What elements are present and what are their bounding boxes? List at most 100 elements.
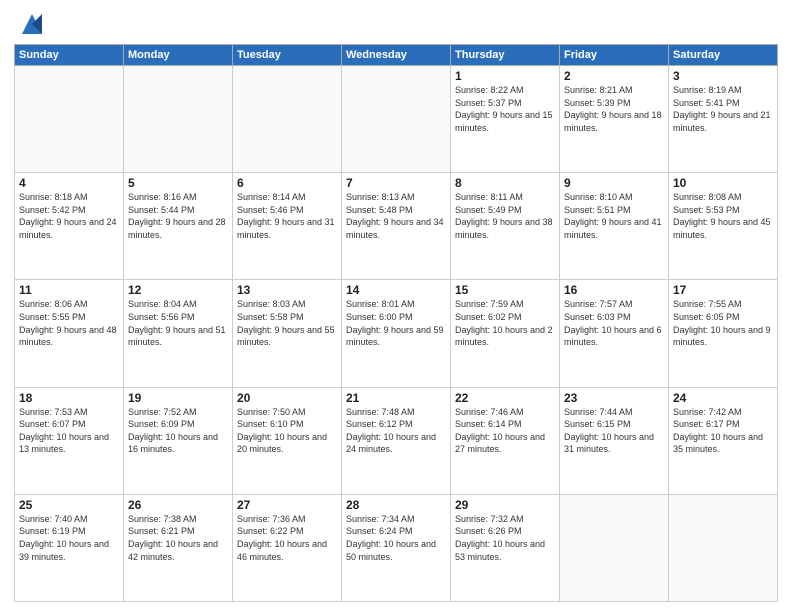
calendar-cell: 15Sunrise: 7:59 AMSunset: 6:02 PMDayligh… — [451, 280, 560, 387]
calendar-cell: 20Sunrise: 7:50 AMSunset: 6:10 PMDayligh… — [233, 387, 342, 494]
day-number: 11 — [19, 283, 119, 297]
calendar-cell — [15, 66, 124, 173]
calendar-cell: 4Sunrise: 8:18 AMSunset: 5:42 PMDaylight… — [15, 173, 124, 280]
day-info: Sunrise: 8:10 AMSunset: 5:51 PMDaylight:… — [564, 191, 664, 241]
calendar-cell: 10Sunrise: 8:08 AMSunset: 5:53 PMDayligh… — [669, 173, 778, 280]
calendar-cell: 12Sunrise: 8:04 AMSunset: 5:56 PMDayligh… — [124, 280, 233, 387]
day-number: 27 — [237, 498, 337, 512]
day-info: Sunrise: 8:13 AMSunset: 5:48 PMDaylight:… — [346, 191, 446, 241]
day-info: Sunrise: 7:32 AMSunset: 6:26 PMDaylight:… — [455, 513, 555, 563]
day-number: 1 — [455, 69, 555, 83]
day-number: 29 — [455, 498, 555, 512]
day-info: Sunrise: 7:53 AMSunset: 6:07 PMDaylight:… — [19, 406, 119, 456]
day-info: Sunrise: 8:19 AMSunset: 5:41 PMDaylight:… — [673, 84, 773, 134]
day-info: Sunrise: 8:01 AMSunset: 6:00 PMDaylight:… — [346, 298, 446, 348]
day-number: 28 — [346, 498, 446, 512]
day-info: Sunrise: 7:40 AMSunset: 6:19 PMDaylight:… — [19, 513, 119, 563]
day-number: 22 — [455, 391, 555, 405]
calendar-cell: 1Sunrise: 8:22 AMSunset: 5:37 PMDaylight… — [451, 66, 560, 173]
calendar-cell: 13Sunrise: 8:03 AMSunset: 5:58 PMDayligh… — [233, 280, 342, 387]
day-number: 17 — [673, 283, 773, 297]
day-header-wednesday: Wednesday — [342, 45, 451, 66]
calendar-cell: 6Sunrise: 8:14 AMSunset: 5:46 PMDaylight… — [233, 173, 342, 280]
day-info: Sunrise: 7:36 AMSunset: 6:22 PMDaylight:… — [237, 513, 337, 563]
calendar-cell: 19Sunrise: 7:52 AMSunset: 6:09 PMDayligh… — [124, 387, 233, 494]
calendar-cell: 28Sunrise: 7:34 AMSunset: 6:24 PMDayligh… — [342, 494, 451, 601]
calendar-cell: 23Sunrise: 7:44 AMSunset: 6:15 PMDayligh… — [560, 387, 669, 494]
calendar-cell: 14Sunrise: 8:01 AMSunset: 6:00 PMDayligh… — [342, 280, 451, 387]
calendar-cell — [233, 66, 342, 173]
day-number: 20 — [237, 391, 337, 405]
day-header-saturday: Saturday — [669, 45, 778, 66]
day-header-tuesday: Tuesday — [233, 45, 342, 66]
day-number: 8 — [455, 176, 555, 190]
day-info: Sunrise: 8:18 AMSunset: 5:42 PMDaylight:… — [19, 191, 119, 241]
day-info: Sunrise: 8:04 AMSunset: 5:56 PMDaylight:… — [128, 298, 228, 348]
calendar-cell — [560, 494, 669, 601]
day-number: 12 — [128, 283, 228, 297]
calendar-cell: 9Sunrise: 8:10 AMSunset: 5:51 PMDaylight… — [560, 173, 669, 280]
day-info: Sunrise: 7:44 AMSunset: 6:15 PMDaylight:… — [564, 406, 664, 456]
day-number: 6 — [237, 176, 337, 190]
day-number: 9 — [564, 176, 664, 190]
calendar-cell: 22Sunrise: 7:46 AMSunset: 6:14 PMDayligh… — [451, 387, 560, 494]
day-number: 3 — [673, 69, 773, 83]
calendar-cell — [342, 66, 451, 173]
calendar-cell: 27Sunrise: 7:36 AMSunset: 6:22 PMDayligh… — [233, 494, 342, 601]
header — [14, 10, 778, 38]
day-header-thursday: Thursday — [451, 45, 560, 66]
calendar-table: SundayMondayTuesdayWednesdayThursdayFrid… — [14, 44, 778, 602]
calendar-cell: 5Sunrise: 8:16 AMSunset: 5:44 PMDaylight… — [124, 173, 233, 280]
calendar-cell — [124, 66, 233, 173]
week-row-4: 25Sunrise: 7:40 AMSunset: 6:19 PMDayligh… — [15, 494, 778, 601]
day-number: 15 — [455, 283, 555, 297]
logo-icon — [18, 10, 46, 38]
day-info: Sunrise: 8:08 AMSunset: 5:53 PMDaylight:… — [673, 191, 773, 241]
calendar-cell: 11Sunrise: 8:06 AMSunset: 5:55 PMDayligh… — [15, 280, 124, 387]
day-info: Sunrise: 7:50 AMSunset: 6:10 PMDaylight:… — [237, 406, 337, 456]
day-info: Sunrise: 7:55 AMSunset: 6:05 PMDaylight:… — [673, 298, 773, 348]
day-info: Sunrise: 7:59 AMSunset: 6:02 PMDaylight:… — [455, 298, 555, 348]
calendar-cell: 17Sunrise: 7:55 AMSunset: 6:05 PMDayligh… — [669, 280, 778, 387]
day-number: 4 — [19, 176, 119, 190]
day-number: 14 — [346, 283, 446, 297]
week-row-3: 18Sunrise: 7:53 AMSunset: 6:07 PMDayligh… — [15, 387, 778, 494]
day-number: 24 — [673, 391, 773, 405]
calendar-cell: 16Sunrise: 7:57 AMSunset: 6:03 PMDayligh… — [560, 280, 669, 387]
day-info: Sunrise: 7:38 AMSunset: 6:21 PMDaylight:… — [128, 513, 228, 563]
day-info: Sunrise: 8:11 AMSunset: 5:49 PMDaylight:… — [455, 191, 555, 241]
calendar-cell: 3Sunrise: 8:19 AMSunset: 5:41 PMDaylight… — [669, 66, 778, 173]
calendar-cell: 24Sunrise: 7:42 AMSunset: 6:17 PMDayligh… — [669, 387, 778, 494]
day-info: Sunrise: 7:57 AMSunset: 6:03 PMDaylight:… — [564, 298, 664, 348]
calendar-cell: 29Sunrise: 7:32 AMSunset: 6:26 PMDayligh… — [451, 494, 560, 601]
day-info: Sunrise: 7:48 AMSunset: 6:12 PMDaylight:… — [346, 406, 446, 456]
day-info: Sunrise: 8:14 AMSunset: 5:46 PMDaylight:… — [237, 191, 337, 241]
day-header-sunday: Sunday — [15, 45, 124, 66]
day-info: Sunrise: 7:42 AMSunset: 6:17 PMDaylight:… — [673, 406, 773, 456]
day-number: 13 — [237, 283, 337, 297]
calendar-cell — [669, 494, 778, 601]
day-number: 5 — [128, 176, 228, 190]
day-number: 26 — [128, 498, 228, 512]
day-number: 19 — [128, 391, 228, 405]
day-number: 25 — [19, 498, 119, 512]
calendar-cell: 8Sunrise: 8:11 AMSunset: 5:49 PMDaylight… — [451, 173, 560, 280]
day-number: 23 — [564, 391, 664, 405]
day-info: Sunrise: 8:03 AMSunset: 5:58 PMDaylight:… — [237, 298, 337, 348]
day-info: Sunrise: 8:22 AMSunset: 5:37 PMDaylight:… — [455, 84, 555, 134]
day-info: Sunrise: 7:46 AMSunset: 6:14 PMDaylight:… — [455, 406, 555, 456]
day-info: Sunrise: 8:16 AMSunset: 5:44 PMDaylight:… — [128, 191, 228, 241]
week-row-0: 1Sunrise: 8:22 AMSunset: 5:37 PMDaylight… — [15, 66, 778, 173]
day-number: 2 — [564, 69, 664, 83]
calendar-cell: 7Sunrise: 8:13 AMSunset: 5:48 PMDaylight… — [342, 173, 451, 280]
day-header-friday: Friday — [560, 45, 669, 66]
calendar-cell: 25Sunrise: 7:40 AMSunset: 6:19 PMDayligh… — [15, 494, 124, 601]
day-info: Sunrise: 7:52 AMSunset: 6:09 PMDaylight:… — [128, 406, 228, 456]
page: SundayMondayTuesdayWednesdayThursdayFrid… — [0, 0, 792, 612]
calendar-cell: 2Sunrise: 8:21 AMSunset: 5:39 PMDaylight… — [560, 66, 669, 173]
day-info: Sunrise: 8:06 AMSunset: 5:55 PMDaylight:… — [19, 298, 119, 348]
day-number: 21 — [346, 391, 446, 405]
week-row-2: 11Sunrise: 8:06 AMSunset: 5:55 PMDayligh… — [15, 280, 778, 387]
day-header-monday: Monday — [124, 45, 233, 66]
week-row-1: 4Sunrise: 8:18 AMSunset: 5:42 PMDaylight… — [15, 173, 778, 280]
